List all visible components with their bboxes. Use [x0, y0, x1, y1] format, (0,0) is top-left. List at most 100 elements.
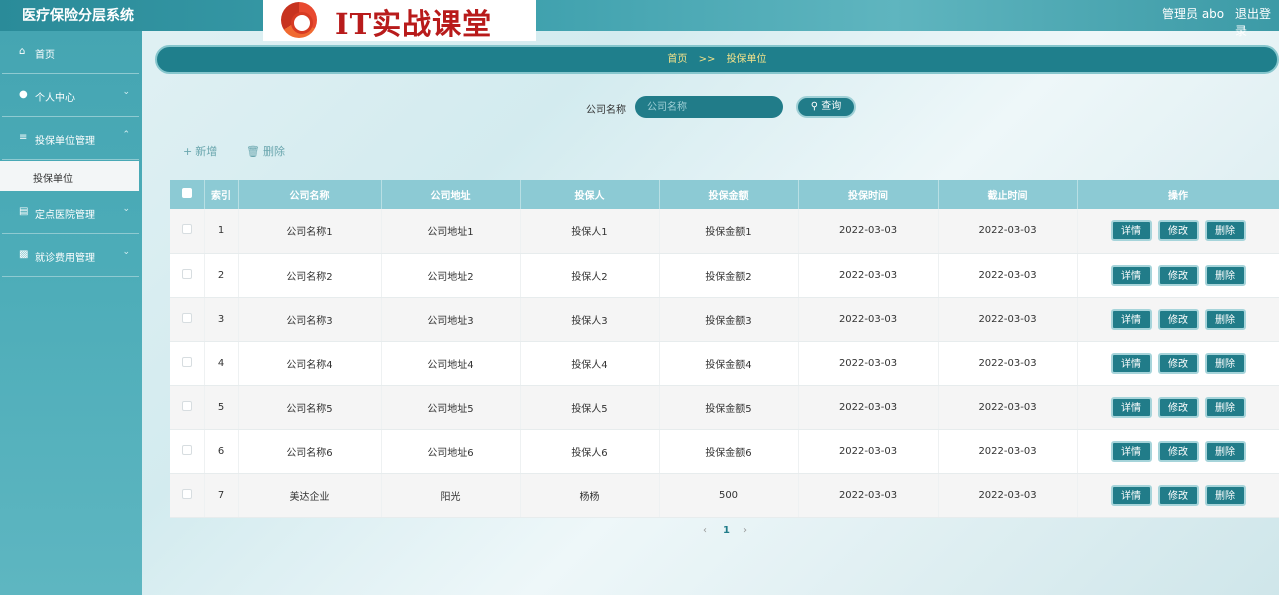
column-header: 索引	[204, 180, 239, 209]
table-header-row: 索引 公司名称 公司地址 投保人 投保金额 投保时间 截止时间 操作	[170, 180, 1279, 209]
row-checkbox[interactable]	[181, 268, 192, 279]
detail-button[interactable]: 详情	[1110, 396, 1152, 418]
row-select-cell[interactable]	[170, 385, 205, 430]
edit-button[interactable]: 修改	[1157, 352, 1199, 374]
cell-company: 公司名称6	[238, 429, 382, 474]
sidebar-item-label: 首页	[35, 50, 55, 61]
cell-insurer: 投保人5	[520, 385, 660, 430]
cell-start: 2022-03-03	[798, 473, 939, 518]
sidebar-item-expense-management[interactable]: ▩ 就诊费用管理 ⌄	[2, 234, 139, 277]
cell-company: 公司名称1	[238, 209, 382, 254]
row-select-cell[interactable]	[170, 473, 205, 518]
detail-button[interactable]: 详情	[1110, 440, 1152, 462]
sidebar-item-personal[interactable]: ● 个人中心 ⌄	[2, 74, 139, 117]
trash-icon: 🗑	[246, 145, 260, 158]
app-title: 医疗保险分层系统	[22, 8, 134, 24]
edit-button[interactable]: 修改	[1157, 440, 1199, 462]
delete-button[interactable]: 删除	[1204, 484, 1246, 506]
cell-end: 2022-03-03	[938, 297, 1078, 342]
edit-button[interactable]: 修改	[1157, 484, 1199, 506]
edit-button[interactable]: 修改	[1157, 308, 1199, 330]
cell-insurer: 投保人3	[520, 297, 660, 342]
cell-address: 公司地址2	[381, 253, 521, 298]
delete-button[interactable]: 删除	[1204, 308, 1246, 330]
add-button[interactable]: + 新增	[183, 143, 217, 159]
pager-prev[interactable]: ‹	[703, 525, 707, 536]
sidebar-item-company-management[interactable]: ≡ 投保单位管理 ⌃	[2, 117, 139, 160]
delete-button[interactable]: 删除	[1204, 264, 1246, 286]
select-all-cell[interactable]	[170, 180, 205, 209]
breadcrumb-home[interactable]: 首页	[667, 54, 687, 65]
cell-address: 公司地址1	[381, 209, 521, 254]
delete-button[interactable]: 删除	[1204, 352, 1246, 374]
cell-end: 2022-03-03	[938, 253, 1078, 298]
list-icon: ≡	[19, 132, 28, 143]
row-select-cell[interactable]	[170, 209, 205, 254]
cell-end: 2022-03-03	[938, 429, 1078, 474]
select-all-checkbox[interactable]	[181, 188, 192, 198]
cell-address: 公司地址4	[381, 341, 521, 386]
add-button-label: 新增	[195, 145, 218, 158]
row-checkbox[interactable]	[181, 312, 192, 323]
delete-button[interactable]: 删除	[1204, 220, 1246, 242]
detail-button[interactable]: 详情	[1110, 264, 1152, 286]
detail-button[interactable]: 详情	[1110, 220, 1152, 242]
pager-next[interactable]: ›	[743, 525, 747, 536]
cell-start: 2022-03-03	[798, 253, 939, 298]
cell-company: 公司名称2	[238, 253, 382, 298]
detail-button[interactable]: 详情	[1110, 308, 1152, 330]
pager-page-1[interactable]: 1	[723, 525, 730, 536]
row-checkbox[interactable]	[181, 356, 192, 367]
search-button[interactable]: ⚲ 查询	[796, 96, 856, 118]
row-checkbox[interactable]	[181, 224, 192, 235]
sidebar-subitem-company[interactable]: 投保单位	[0, 161, 139, 191]
sidebar-item-hospital-management[interactable]: ▤ 定点医院管理 ⌄	[2, 191, 139, 234]
table-row: 2 公司名称2 公司地址2 投保人2 投保金额2 2022-03-03 2022-03-03…	[170, 253, 1279, 298]
cell-start: 2022-03-03	[798, 209, 939, 254]
cell-amount: 投保金额3	[659, 297, 799, 342]
row-checkbox[interactable]	[181, 444, 192, 455]
search-label: 公司名称	[586, 105, 626, 116]
cell-end: 2022-03-03	[938, 473, 1078, 518]
cell-insurer: 杨杨	[520, 473, 660, 518]
row-select-cell[interactable]	[170, 429, 205, 474]
cell-address: 阳光	[381, 473, 521, 518]
delete-button[interactable]: 删除	[1204, 440, 1246, 462]
logout-link[interactable]: 退出登录	[1235, 5, 1279, 39]
delete-button[interactable]: 删除	[1204, 396, 1246, 418]
cell-end: 2022-03-03	[938, 341, 1078, 386]
delete-selected-button[interactable]: 🗑 删除	[246, 143, 285, 159]
row-actions: 详情 修改 删除	[1077, 209, 1279, 254]
cell-index: 4	[204, 341, 239, 386]
company-name-search-input[interactable]	[635, 96, 783, 118]
logo-banner: IT实战课堂	[263, 0, 536, 41]
row-select-cell[interactable]	[170, 253, 205, 298]
row-checkbox[interactable]	[181, 400, 192, 411]
cell-index: 7	[204, 473, 239, 518]
cell-index: 3	[204, 297, 239, 342]
cell-index: 5	[204, 385, 239, 430]
edit-button[interactable]: 修改	[1157, 220, 1199, 242]
row-actions: 详情 修改 删除	[1077, 473, 1279, 518]
row-checkbox[interactable]	[181, 488, 192, 499]
cell-amount: 投保金额2	[659, 253, 799, 298]
row-actions: 详情 修改 删除	[1077, 385, 1279, 430]
sidebar-item-label: 定点医院管理	[35, 210, 95, 221]
cell-insurer: 投保人1	[520, 209, 660, 254]
column-header: 公司地址	[381, 180, 521, 209]
row-select-cell[interactable]	[170, 341, 205, 386]
edit-button[interactable]: 修改	[1157, 396, 1199, 418]
cell-company: 美达企业	[238, 473, 382, 518]
sidebar-subitem-label: 投保单位	[33, 174, 73, 185]
row-select-cell[interactable]	[170, 297, 205, 342]
table-row: 6 公司名称6 公司地址6 投保人6 投保金额6 2022-03-03 2022-03-03…	[170, 429, 1279, 474]
cell-amount: 投保金额1	[659, 209, 799, 254]
sidebar-item-home[interactable]: ⌂ 首页	[2, 31, 139, 74]
cell-insurer: 投保人2	[520, 253, 660, 298]
detail-button[interactable]: 详情	[1110, 352, 1152, 374]
detail-button[interactable]: 详情	[1110, 484, 1152, 506]
chevron-down-icon: ⌄	[122, 247, 130, 257]
sidebar-item-label: 个人中心	[35, 93, 75, 104]
user-label: 管理员 abo	[1162, 7, 1225, 21]
edit-button[interactable]: 修改	[1157, 264, 1199, 286]
